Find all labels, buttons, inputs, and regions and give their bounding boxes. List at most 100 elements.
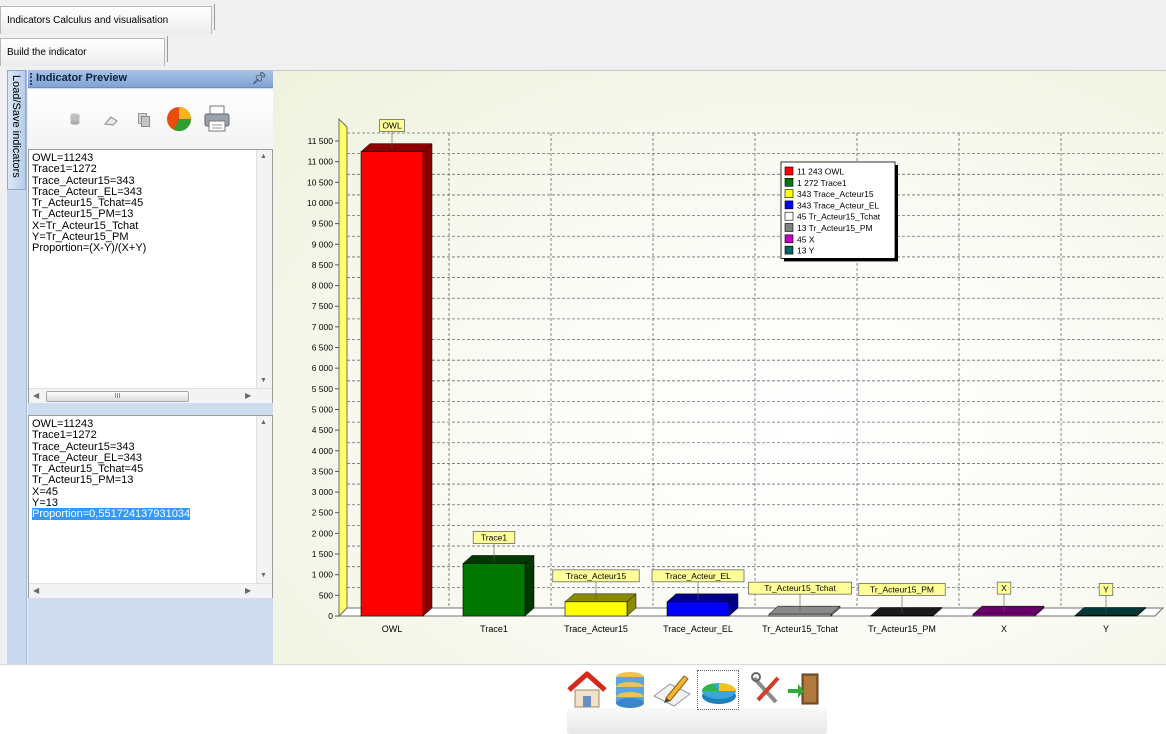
bar-label: X (1001, 583, 1007, 593)
y-tick-label: 2 000 (312, 528, 334, 538)
result-textbox[interactable]: OWL=11243 Trace1=1272 Trace_Acteur15=343… (28, 415, 273, 598)
result-lines: OWL=11243 Trace1=1272 Trace_Acteur15=343… (32, 418, 191, 521)
scroll-left-icon[interactable]: ◀ (33, 586, 39, 595)
bar-side (524, 554, 535, 617)
panel-title: Indicator Preview (36, 72, 128, 84)
bar (360, 151, 424, 617)
load-save-indicators-label: Load/Save indicators (10, 75, 22, 178)
legend-swatch (784, 223, 794, 232)
bar-top (972, 605, 1045, 615)
x-tick-label: Tr_Acteur15_Tchat (762, 624, 838, 634)
bar-top (462, 555, 535, 564)
legend-entry: 343 Trace_Acteur_EL (797, 200, 879, 210)
pie-chart-icon[interactable] (166, 106, 192, 135)
legend-entry: 11 243 OWL (797, 167, 844, 177)
vertical-scrollbar[interactable]: ▲ ▼ (256, 416, 272, 583)
tab-build-indicator-label: Build the indicator (7, 47, 87, 58)
scroll-thumb[interactable]: III (46, 391, 189, 402)
y-tick-label: 3 000 (312, 487, 334, 497)
x-tick-label: Trace_Acteur15 (564, 624, 628, 634)
pin-icon[interactable]: 📌︎ (252, 71, 267, 85)
edit-icon[interactable] (652, 670, 692, 713)
horizontal-scrollbar[interactable]: ◀ III ▶ (29, 388, 272, 403)
bar-chart: 0 500 1 000 1 500 2 000 2 500 3 000 3 500 4 000 4… (307, 117, 1165, 634)
tab-separator (214, 4, 215, 30)
load-save-indicators-tab[interactable]: Load/Save indicators (7, 70, 26, 190)
bar-label: Trace_Acteur15 (566, 571, 626, 581)
legend-swatch (784, 166, 794, 176)
y-tick-label: 8 000 (312, 281, 334, 291)
y-tick-label: 4 000 (312, 446, 334, 456)
y-tick-label: 10 000 (307, 198, 333, 208)
formula-textbox[interactable]: OWL=11243 Trace1=1272 Trace_Acteur15=343… (28, 149, 273, 403)
legend-swatch (784, 234, 794, 244)
database-icon[interactable] (70, 113, 80, 128)
tab-build-indicator[interactable]: Build the indicator (0, 38, 165, 66)
y-tick-label: 7 000 (312, 322, 334, 332)
formula-lines: OWL=11243 Trace1=1272 Trace_Acteur15=343… (32, 152, 147, 255)
y-tick-label: 10 500 (307, 177, 333, 187)
exit-icon[interactable] (786, 670, 822, 713)
scroll-down-icon[interactable]: ▼ (260, 572, 267, 579)
bar-top (1074, 607, 1147, 616)
scroll-right-icon[interactable]: ▶ (245, 391, 251, 400)
y-tick-label: 4 500 (312, 425, 334, 435)
scroll-thumb-grip: III (114, 393, 121, 400)
tools-icon[interactable] (750, 670, 784, 713)
scroll-left-icon[interactable]: ◀ (33, 391, 39, 400)
y-tick-label: 3 500 (312, 466, 334, 476)
bar-label: Tr_Acteur15_Tchat (764, 583, 836, 593)
bar-top (666, 593, 739, 603)
y-tick-label: 1 000 (312, 570, 334, 580)
chart-left-wall (338, 117, 348, 618)
database-icon[interactable] (614, 670, 646, 713)
y-tick-label: 500 (319, 590, 333, 600)
chart-panel: 0 500 1 000 1 500 2 000 2 500 3 000 3 500 4 000 4… (273, 70, 1166, 664)
tab-indicators-calculus[interactable]: Indicators Calculus and visualisation (0, 6, 212, 34)
scroll-right-icon[interactable]: ▶ (245, 586, 251, 595)
bar (1074, 615, 1138, 617)
y-tick-label: 8 500 (312, 260, 334, 270)
tab-indicators-calculus-label: Indicators Calculus and visualisation (7, 15, 169, 26)
y-tick-label: 2 500 (312, 508, 334, 518)
y-tick-label: 7 500 (312, 301, 334, 311)
indicator-preview-panel: Indicator Preview 📌︎ OWL=11243 Trace1=12… (28, 70, 273, 664)
vertical-scrollbar[interactable]: ▲ ▼ (256, 150, 272, 388)
y-tick-label: 9 000 (312, 239, 334, 249)
copy-icon[interactable] (138, 113, 150, 130)
preview-toolbar (28, 89, 273, 149)
bar-top (360, 143, 433, 152)
tab-separator (167, 36, 168, 62)
y-tick-label: 11 500 (308, 136, 334, 146)
home-icon[interactable] (566, 670, 608, 713)
horizontal-scrollbar[interactable]: ◀ ▶ (29, 583, 272, 598)
grip-icon (30, 73, 33, 85)
formula-line: Trace1=1272 (32, 163, 97, 176)
legend-entry: 13 Y (797, 246, 815, 256)
scroll-down-icon[interactable]: ▼ (260, 377, 267, 384)
x-tick-label: Tr_Acteur15_PM (868, 624, 936, 634)
bar-label: Y (1103, 584, 1109, 594)
printer-icon[interactable] (204, 105, 230, 136)
result-line: Trace1=1272 (32, 429, 97, 442)
x-tick-label: Trace1 (480, 624, 508, 634)
x-tick-label: Trace_Acteur_EL (663, 624, 733, 634)
legend-entry: 13 Tr_Acteur15_PM (797, 223, 873, 233)
legend-swatch (784, 211, 794, 221)
y-tick-label: 0 (328, 611, 333, 621)
bar-label: OWL (382, 121, 402, 131)
result-line-selected: Proportion=0,551724137931034 (32, 508, 191, 521)
formula-line: Proportion=(X-Y)/(X+Y) (32, 242, 147, 255)
scroll-up-icon[interactable]: ▲ (260, 419, 267, 426)
pie-chart-icon[interactable] (699, 670, 739, 713)
eraser-icon[interactable] (104, 116, 118, 129)
legend-entry: 45 X (797, 234, 815, 244)
panel-header: Indicator Preview 📌︎ (28, 70, 273, 88)
legend-entry: 1 272 Trace1 (797, 178, 847, 188)
y-tick-label: 1 500 (312, 549, 334, 559)
x-tick-label: OWL (382, 624, 403, 634)
scroll-up-icon[interactable]: ▲ (260, 153, 267, 160)
bar-top (870, 607, 943, 616)
y-tick-label: 5 000 (312, 404, 334, 414)
legend-entry: 45 Tr_Acteur15_Tchat (797, 212, 881, 222)
